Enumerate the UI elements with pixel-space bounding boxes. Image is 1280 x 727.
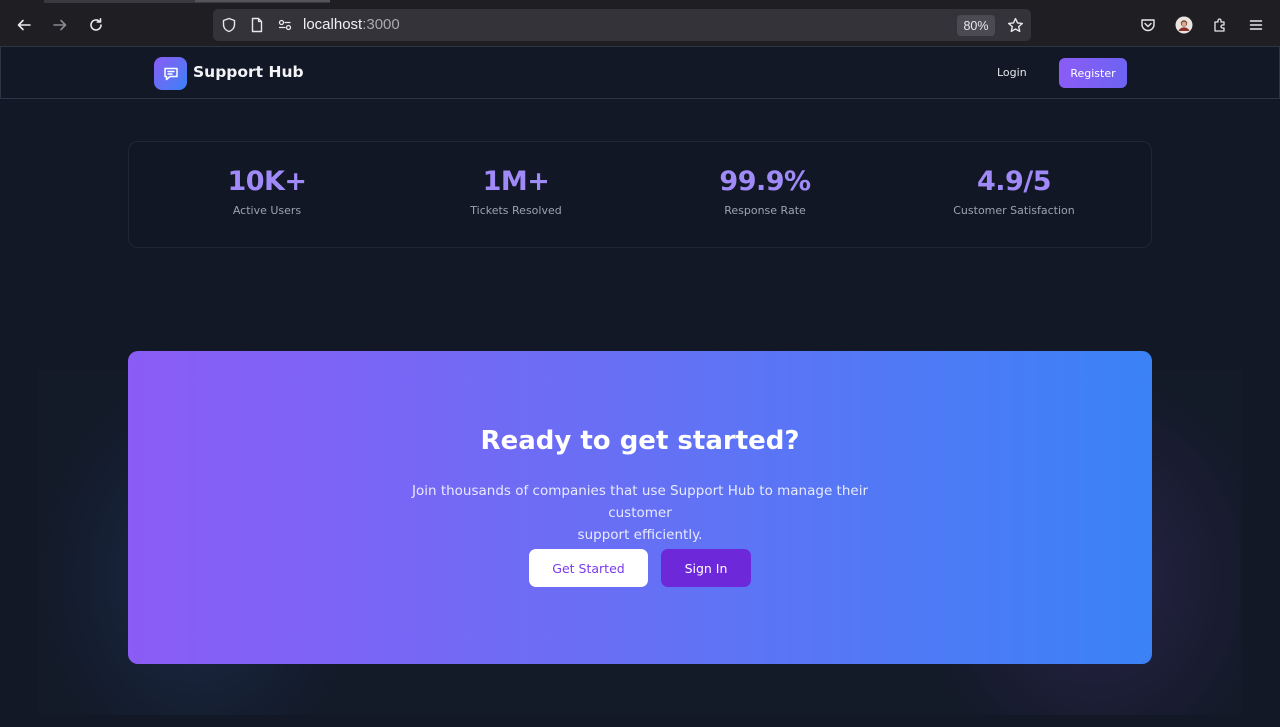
stat-value: 10K+ bbox=[227, 166, 307, 197]
cta-title: Ready to get started? bbox=[480, 426, 800, 456]
cta-subtitle-line2: support efficiently. bbox=[577, 527, 703, 543]
login-link[interactable]: Login bbox=[997, 66, 1027, 79]
stat-active-users: 10K+ Active Users bbox=[157, 166, 377, 217]
stat-customer-satisfaction: 4.9/5 Customer Satisfaction bbox=[904, 166, 1124, 217]
forward-icon[interactable] bbox=[44, 9, 76, 41]
sign-in-button[interactable]: Sign In bbox=[661, 549, 751, 587]
stat-label: Tickets Resolved bbox=[470, 204, 562, 217]
connection-icon[interactable] bbox=[275, 15, 295, 35]
page-icon[interactable] bbox=[247, 15, 267, 35]
back-icon[interactable] bbox=[8, 9, 40, 41]
stat-label: Response Rate bbox=[724, 204, 806, 217]
brand-name[interactable]: Support Hub bbox=[193, 63, 304, 81]
stat-label: Active Users bbox=[232, 204, 302, 217]
stat-label: Customer Satisfaction bbox=[953, 204, 1075, 217]
register-button[interactable]: Register bbox=[1059, 58, 1127, 88]
active-tab-indicator bbox=[195, 0, 330, 2]
extensions-icon[interactable] bbox=[1204, 9, 1236, 41]
cta-subtitle: Join thousands of companies that use Sup… bbox=[380, 480, 900, 546]
menu-icon[interactable] bbox=[1240, 9, 1272, 41]
cta-subtitle-line1: Join thousands of companies that use Sup… bbox=[411, 483, 868, 521]
bookmark-star-icon[interactable] bbox=[1005, 15, 1025, 35]
stat-value: 99.9% bbox=[719, 166, 811, 197]
logo[interactable] bbox=[154, 57, 187, 90]
stat-value: 4.9/5 bbox=[977, 166, 1051, 197]
app-navbar: Support Hub Login Register bbox=[0, 46, 1280, 99]
stat-value: 1M+ bbox=[482, 166, 550, 197]
stats-panel: 10K+ Active Users 1M+ Tickets Resolved 9… bbox=[128, 141, 1152, 248]
url-text[interactable]: localhost:3000 bbox=[303, 16, 400, 33]
url-bar[interactable]: localhost:3000 80% bbox=[213, 9, 1031, 41]
stat-response-rate: 99.9% Response Rate bbox=[655, 166, 875, 217]
account-avatar-icon[interactable] bbox=[1168, 9, 1200, 41]
zoom-level-badge[interactable]: 80% bbox=[957, 15, 995, 36]
pocket-icon[interactable] bbox=[1132, 9, 1164, 41]
chat-bubble-icon bbox=[163, 67, 178, 80]
browser-toolbar: localhost:3000 80% bbox=[0, 0, 1280, 46]
shield-icon[interactable] bbox=[219, 15, 239, 35]
get-started-button[interactable]: Get Started bbox=[529, 549, 648, 587]
reload-icon[interactable] bbox=[80, 9, 112, 41]
cta-section: Ready to get started? Join thousands of … bbox=[128, 351, 1152, 664]
url-port: :3000 bbox=[362, 16, 400, 33]
url-host: localhost bbox=[303, 16, 363, 33]
stat-tickets-resolved: 1M+ Tickets Resolved bbox=[406, 166, 626, 217]
